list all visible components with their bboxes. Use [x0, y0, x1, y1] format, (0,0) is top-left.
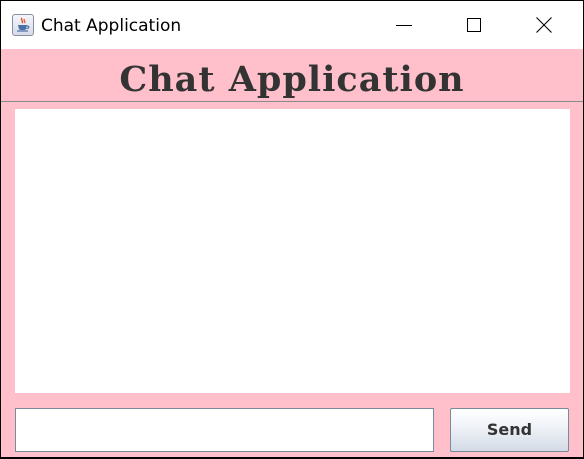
- maximize-button[interactable]: [439, 1, 509, 49]
- app-window: Chat Application Chat Application Send: [1, 1, 583, 457]
- heading-divider: [1, 101, 583, 102]
- chat-messages-area[interactable]: [15, 109, 570, 393]
- message-input[interactable]: [15, 408, 434, 452]
- close-button[interactable]: [509, 1, 579, 49]
- java-coffee-cup-icon[interactable]: [12, 14, 34, 36]
- page-title: Chat Application: [119, 59, 465, 100]
- maximize-icon: [467, 18, 481, 32]
- send-button[interactable]: Send: [450, 408, 569, 452]
- close-icon: [536, 17, 552, 33]
- window-titlebar[interactable]: Chat Application: [1, 1, 583, 49]
- minimize-icon: [396, 25, 412, 26]
- content-panel: Chat Application Send: [1, 49, 583, 457]
- minimize-button[interactable]: [369, 1, 439, 49]
- window-title: Chat Application: [41, 16, 182, 36]
